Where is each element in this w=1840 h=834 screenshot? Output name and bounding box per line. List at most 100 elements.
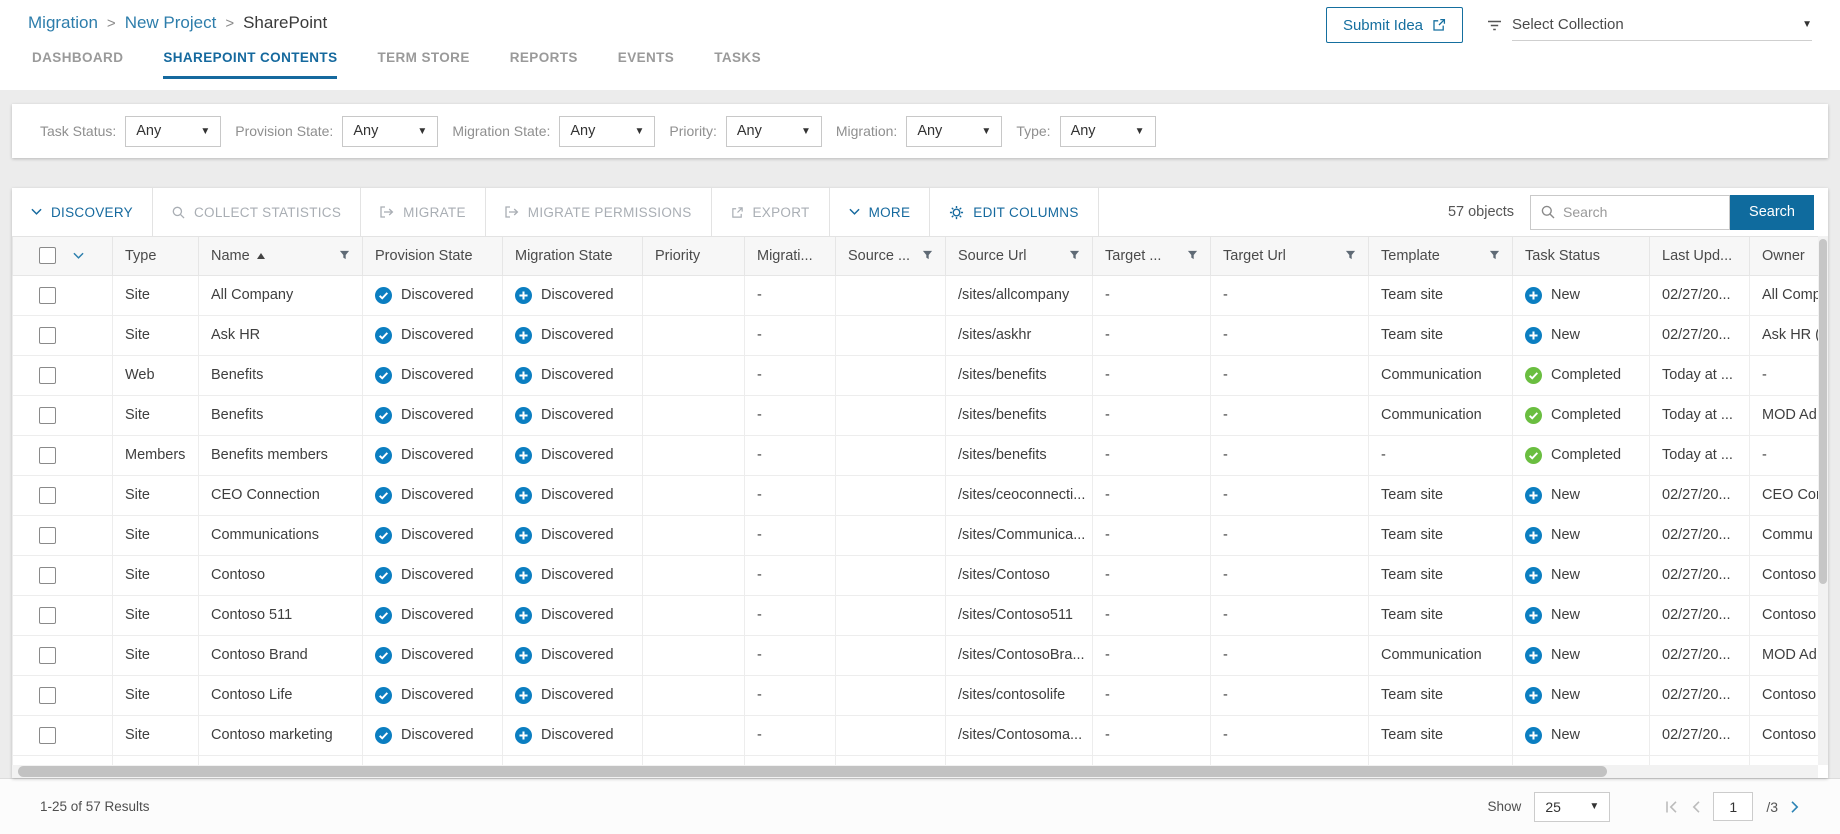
filter-label: Provision State: bbox=[235, 123, 333, 139]
column-header-migration_state[interactable]: Migration State bbox=[503, 237, 643, 275]
row-checkbox[interactable] bbox=[39, 527, 56, 544]
gear-icon bbox=[949, 205, 964, 220]
filter-select-priority[interactable]: Any▼ bbox=[726, 116, 822, 147]
cell-source bbox=[836, 595, 946, 635]
row-checkbox[interactable] bbox=[39, 567, 56, 584]
filter-select-migration[interactable]: Any▼ bbox=[906, 116, 1002, 147]
row-checkbox[interactable] bbox=[39, 327, 56, 344]
search-input[interactable] bbox=[1563, 204, 1713, 220]
column-header-source_url[interactable]: Source Url bbox=[946, 237, 1093, 275]
funnel-icon[interactable] bbox=[1069, 250, 1080, 261]
column-header-priority[interactable]: Priority bbox=[643, 237, 745, 275]
cell-source bbox=[836, 315, 946, 355]
status-label: Discovered bbox=[541, 527, 614, 543]
status-label: Discovered bbox=[541, 367, 614, 383]
vertical-scrollbar[interactable] bbox=[1818, 236, 1828, 765]
page-size-select[interactable]: 25 ▼ bbox=[1534, 792, 1610, 822]
status-label: Discovered bbox=[541, 687, 614, 703]
filter-select-migration-state[interactable]: Any▼ bbox=[559, 116, 655, 147]
show-label: Show bbox=[1488, 799, 1522, 814]
column-header-migration[interactable]: Migrati... bbox=[745, 237, 836, 275]
select-all-checkbox[interactable] bbox=[39, 247, 56, 264]
status-badge: New bbox=[1525, 607, 1637, 624]
horizontal-scrollbar-thumb[interactable] bbox=[18, 766, 1607, 777]
cell-select bbox=[13, 275, 113, 315]
row-checkbox[interactable] bbox=[39, 687, 56, 704]
cell-owner: CEO Cor bbox=[1750, 475, 1829, 515]
tab-dashboard[interactable]: DASHBOARD bbox=[32, 50, 123, 79]
status-label: Discovered bbox=[401, 607, 474, 623]
cell-owner: - bbox=[1750, 435, 1829, 475]
row-checkbox[interactable] bbox=[39, 727, 56, 744]
column-header-target_url[interactable]: Target Url bbox=[1211, 237, 1369, 275]
funnel-icon[interactable] bbox=[1489, 250, 1500, 261]
column-header-type[interactable]: Type bbox=[113, 237, 199, 275]
column-header-source[interactable]: Source ... bbox=[836, 237, 946, 275]
table-row: SiteContoso BrandDiscoveredDiscovered-/s… bbox=[13, 635, 1829, 675]
select-collection-dropdown[interactable]: Select Collection ▼ bbox=[1512, 9, 1812, 41]
more-button[interactable]: MORE bbox=[830, 188, 931, 236]
cell-select bbox=[13, 475, 113, 515]
cell-provision_state: Discovered bbox=[363, 595, 503, 635]
row-checkbox[interactable] bbox=[39, 447, 56, 464]
column-label: Source ... bbox=[848, 248, 910, 264]
funnel-icon[interactable] bbox=[339, 250, 350, 261]
cell-source_url: /sites/ContosoBra... bbox=[946, 635, 1093, 675]
column-label: Last Upd... bbox=[1662, 248, 1732, 264]
column-header-owner[interactable]: Owner bbox=[1750, 237, 1829, 275]
cell-migration_state: Discovered bbox=[503, 275, 643, 315]
horizontal-scrollbar[interactable] bbox=[12, 765, 1818, 778]
edit-columns-button[interactable]: EDIT COLUMNS bbox=[930, 188, 1098, 236]
chevron-down-icon[interactable] bbox=[73, 252, 84, 260]
cell-select bbox=[13, 435, 113, 475]
tab-term-store[interactable]: TERM STORE bbox=[377, 50, 469, 79]
vertical-scrollbar-thumb[interactable] bbox=[1819, 239, 1827, 584]
breadcrumb-link-migration[interactable]: Migration bbox=[28, 13, 98, 33]
check-circle-icon bbox=[375, 367, 392, 384]
column-header-provision_state[interactable]: Provision State bbox=[363, 237, 503, 275]
row-checkbox[interactable] bbox=[39, 487, 56, 504]
search-button[interactable]: Search bbox=[1730, 195, 1814, 230]
funnel-icon[interactable] bbox=[1345, 250, 1356, 261]
next-page-button[interactable] bbox=[1791, 800, 1800, 814]
discovery-button[interactable]: DISCOVERY bbox=[12, 188, 153, 236]
cell-select bbox=[13, 715, 113, 755]
column-header-target[interactable]: Target ... bbox=[1093, 237, 1211, 275]
cell-migration_state: Discovered bbox=[503, 595, 643, 635]
cell-migration: - bbox=[745, 715, 836, 755]
status-label: Discovered bbox=[541, 287, 614, 303]
prev-page-button[interactable] bbox=[1691, 800, 1700, 814]
check-circle-icon bbox=[375, 647, 392, 664]
tab-events[interactable]: EVENTS bbox=[618, 50, 674, 79]
submit-idea-button[interactable]: Submit Idea bbox=[1326, 7, 1463, 43]
column-header-template[interactable]: Template bbox=[1369, 237, 1513, 275]
page-input[interactable] bbox=[1713, 792, 1753, 821]
column-header-inner: Name bbox=[211, 248, 350, 264]
filter-select-task-status[interactable]: Any▼ bbox=[125, 116, 221, 147]
row-checkbox[interactable] bbox=[39, 287, 56, 304]
tab-tasks[interactable]: TASKS bbox=[714, 50, 761, 79]
breadcrumb-link-new-project[interactable]: New Project bbox=[125, 13, 217, 33]
row-checkbox[interactable] bbox=[39, 647, 56, 664]
status-badge: Discovered bbox=[515, 367, 630, 384]
column-header-name[interactable]: Name bbox=[199, 237, 363, 275]
row-checkbox[interactable] bbox=[39, 607, 56, 624]
row-checkbox[interactable] bbox=[39, 367, 56, 384]
column-header-task_status[interactable]: Task Status bbox=[1513, 237, 1650, 275]
status-label: New bbox=[1551, 687, 1580, 703]
page-size-value: 25 bbox=[1545, 799, 1561, 815]
tab-reports[interactable]: REPORTS bbox=[510, 50, 578, 79]
cell-name: Contoso Life bbox=[199, 675, 363, 715]
first-page-button[interactable] bbox=[1665, 800, 1678, 814]
filter-select-provision-state[interactable]: Any▼ bbox=[342, 116, 438, 147]
funnel-icon[interactable] bbox=[1187, 250, 1198, 261]
cell-task_status: New bbox=[1513, 675, 1650, 715]
row-checkbox[interactable] bbox=[39, 407, 56, 424]
table-row: SiteAsk HRDiscoveredDiscovered-/sites/as… bbox=[13, 315, 1829, 355]
column-header-last_updated[interactable]: Last Upd... bbox=[1650, 237, 1750, 275]
funnel-icon[interactable] bbox=[922, 250, 933, 261]
cell-last_updated: 02/27/20... bbox=[1650, 555, 1750, 595]
tab-sharepoint-contents[interactable]: SHAREPOINT CONTENTS bbox=[163, 50, 337, 79]
cell-task_status: New bbox=[1513, 595, 1650, 635]
filter-select-type[interactable]: Any▼ bbox=[1060, 116, 1156, 147]
